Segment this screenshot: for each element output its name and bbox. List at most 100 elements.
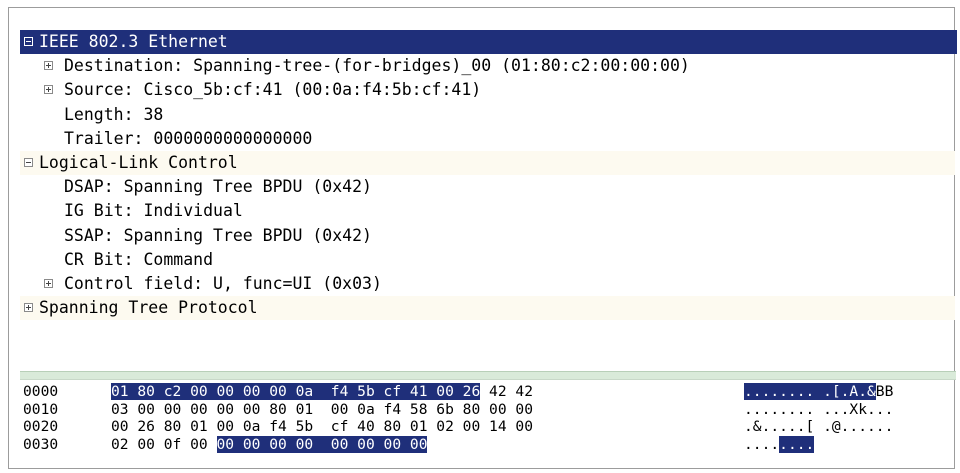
hex-byte[interactable]: 0a bbox=[295, 383, 314, 400]
hex-byte[interactable]: 6b bbox=[436, 401, 454, 418]
hex-row[interactable]: 0020 00 26 80 01 00 0a f4 5b cf 40 80 01 … bbox=[20, 418, 956, 436]
hex-byte[interactable]: 01 bbox=[111, 383, 129, 400]
tree-row[interactable]: IG Bit: Individual bbox=[20, 199, 955, 223]
expand-icon[interactable] bbox=[44, 85, 53, 95]
hex-offset: 0020 bbox=[23, 418, 59, 436]
hex-byte[interactable]: 80 bbox=[269, 401, 287, 418]
hex-byte[interactable]: 00 bbox=[242, 383, 261, 400]
hex-byte[interactable]: 0a bbox=[357, 401, 375, 418]
hex-byte[interactable]: 00 bbox=[111, 418, 129, 435]
tree-row[interactable]: DSAP: Spanning Tree BPDU (0x42) bbox=[20, 175, 955, 199]
hex-byte[interactable]: 00 bbox=[357, 436, 375, 454]
hex-byte[interactable]: 00 bbox=[383, 436, 402, 454]
hex-byte[interactable]: 26 bbox=[462, 383, 481, 400]
hex-byte[interactable]: 00 bbox=[242, 436, 261, 454]
packet-details-tree[interactable]: IEEE 802.3 Ethernet Destination: Spanning… bbox=[20, 30, 957, 321]
hex-byte[interactable]: 00 bbox=[489, 401, 507, 418]
hex-byte[interactable]: 00 bbox=[216, 383, 235, 400]
tree-row[interactable]: Destination: Spanning-tree-(for-bridges)… bbox=[20, 54, 955, 78]
hex-byte[interactable]: 01 bbox=[190, 418, 208, 435]
hex-bytes[interactable]: 02 00 0f 00 00 00 00 00 00 00 00 00 bbox=[111, 436, 428, 454]
tree-row-label: Control field: U, func=UI (0x03) bbox=[64, 273, 382, 293]
hex-row[interactable]: 0010 03 00 00 00 00 00 80 01 00 0a f4 58 … bbox=[20, 401, 956, 419]
hex-byte[interactable]: 01 bbox=[410, 418, 428, 435]
expand-icon[interactable] bbox=[44, 278, 53, 288]
hex-offset: 0000 bbox=[23, 383, 59, 400]
hex-byte[interactable]: 00 bbox=[190, 436, 208, 453]
hex-byte[interactable]: 00 bbox=[409, 436, 428, 454]
hex-byte[interactable]: 00 bbox=[190, 401, 208, 418]
tree-row[interactable]: SSAP: Spanning Tree BPDU (0x42) bbox=[20, 224, 955, 248]
hex-byte[interactable]: f4 bbox=[384, 401, 402, 418]
hex-byte[interactable]: 00 bbox=[269, 436, 287, 454]
hex-byte[interactable]: 02 bbox=[111, 436, 129, 453]
hex-byte[interactable]: 00 bbox=[216, 436, 235, 454]
tree-row[interactable]: CR Bit: Command bbox=[20, 248, 955, 272]
hex-byte[interactable]: 80 bbox=[137, 383, 155, 400]
hex-byte[interactable]: 58 bbox=[410, 401, 428, 418]
hex-byte[interactable]: 00 bbox=[515, 418, 533, 435]
hex-ascii[interactable]: ........ .[.A.&BB bbox=[744, 383, 893, 400]
hex-byte[interactable]: 00 bbox=[515, 401, 533, 418]
pane-splitter[interactable] bbox=[20, 371, 956, 380]
hex-bytes[interactable]: 00 26 80 01 00 0a f4 5b cf 40 80 01 02 0… bbox=[111, 418, 533, 435]
hex-byte[interactable]: cf bbox=[331, 418, 349, 435]
hex-ascii[interactable]: ........ ...Xk... bbox=[744, 401, 893, 418]
collapse-icon[interactable] bbox=[24, 157, 33, 167]
hex-byte[interactable]: 80 bbox=[463, 401, 481, 418]
hex-byte[interactable]: 00 bbox=[463, 418, 481, 435]
packet-bytes-pane[interactable]: 0000 01 80 c2 00 00 00 00 0a f4 5b cf 41 … bbox=[20, 383, 956, 454]
hex-ascii[interactable]: ........ bbox=[744, 436, 815, 454]
hex-byte[interactable]: 42 bbox=[515, 383, 533, 400]
hex-byte[interactable]: 00 bbox=[331, 401, 349, 418]
hex-byte[interactable]: c2 bbox=[163, 383, 182, 400]
hex-byte[interactable]: 00 bbox=[243, 401, 261, 418]
hex-byte[interactable]: 40 bbox=[357, 418, 375, 435]
hex-byte[interactable]: 41 bbox=[409, 383, 428, 400]
hex-byte[interactable]: f4 bbox=[269, 418, 287, 435]
hex-byte[interactable]: 00 bbox=[295, 436, 314, 454]
hex-byte[interactable]: 42 bbox=[489, 383, 507, 400]
tree-row[interactable]: Length: 38 bbox=[20, 103, 955, 127]
hex-byte[interactable]: 02 bbox=[436, 418, 454, 435]
hex-byte[interactable]: 03 bbox=[111, 401, 129, 418]
tree-row[interactable]: Control field: U, func=UI (0x03) bbox=[20, 272, 955, 296]
tree-row[interactable]: Source: Cisco_5b:cf:41 (00:0a:f4:5b:cf:4… bbox=[20, 78, 955, 102]
hex-byte[interactable]: 00 bbox=[164, 401, 182, 418]
tree-row[interactable]: Spanning Tree Protocol bbox=[20, 296, 955, 321]
tree-row[interactable]: Trailer: 0000000000000000 bbox=[20, 127, 955, 151]
hex-byte[interactable]: 00 bbox=[330, 436, 349, 454]
hex-byte[interactable]: f4 bbox=[330, 383, 349, 400]
hex-offset: 0010 bbox=[23, 400, 59, 418]
hex-byte[interactable]: 5b bbox=[357, 383, 375, 400]
hex-byte[interactable]: 26 bbox=[137, 418, 155, 435]
hex-row[interactable]: 0030 02 00 0f 00 00 00 00 00 00 00 00 00.… bbox=[20, 436, 956, 454]
collapse-icon[interactable] bbox=[24, 37, 33, 46]
hex-byte[interactable]: 14 bbox=[489, 418, 507, 435]
tree-row-label: IG Bit: Individual bbox=[64, 201, 243, 221]
expand-icon[interactable] bbox=[24, 303, 33, 313]
hex-ascii[interactable]: .&.....[ .@...... bbox=[744, 418, 893, 435]
hex-byte[interactable]: 0a bbox=[243, 418, 261, 435]
hex-row[interactable]: 0000 01 80 c2 00 00 00 00 0a f4 5b cf 41 … bbox=[20, 383, 956, 401]
hex-byte[interactable]: 00 bbox=[436, 383, 454, 400]
hex-byte[interactable]: 01 bbox=[296, 401, 314, 418]
hex-byte[interactable]: 0f bbox=[164, 436, 182, 453]
hex-bytes[interactable]: 01 80 c2 00 00 00 00 0a f4 5b cf 41 00 2… bbox=[111, 383, 533, 400]
hex-bytes[interactable]: 03 00 00 00 00 00 80 01 00 0a f4 58 6b 8… bbox=[111, 401, 533, 418]
expand-icon[interactable] bbox=[44, 61, 53, 71]
hex-byte[interactable]: 00 bbox=[217, 418, 235, 435]
hex-byte[interactable]: 00 bbox=[137, 401, 155, 418]
tree-row-label: CR Bit: Command bbox=[64, 249, 214, 269]
hex-byte[interactable]: 00 bbox=[217, 401, 235, 418]
tree-row-label: Length: 38 bbox=[64, 104, 164, 124]
hex-byte[interactable]: cf bbox=[383, 383, 402, 400]
hex-byte[interactable]: 5b bbox=[296, 418, 314, 435]
tree-row[interactable]: Logical-Link Control bbox=[20, 150, 955, 176]
hex-byte[interactable]: 00 bbox=[190, 383, 208, 400]
hex-byte[interactable]: 00 bbox=[269, 383, 287, 400]
hex-byte[interactable]: 80 bbox=[384, 418, 402, 435]
tree-row[interactable]: IEEE 802.3 Ethernet bbox=[20, 30, 957, 55]
hex-byte[interactable]: 80 bbox=[164, 418, 182, 435]
hex-byte[interactable]: 00 bbox=[137, 436, 155, 453]
